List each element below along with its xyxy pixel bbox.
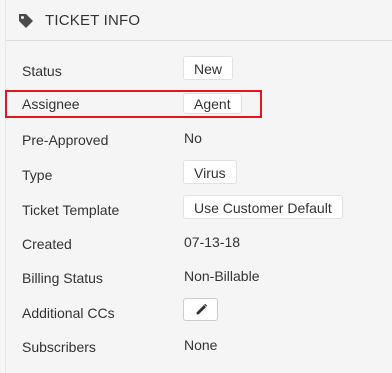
field-row-subscribers: Subscribers None [6, 331, 392, 361]
created-value: 07-13-18 [184, 234, 241, 250]
field-row-created: Created 07-13-18 [6, 228, 392, 258]
field-row-status: Status New [6, 55, 392, 85]
additional-ccs-label: Additional CCs [22, 305, 115, 321]
field-row-ticket-template: Ticket Template Use Customer Default [6, 194, 392, 224]
assignee-label: Assignee [22, 96, 80, 112]
ticket-template-label: Ticket Template [22, 202, 120, 218]
field-row-type: Type Virus [6, 159, 392, 189]
field-row-pre-approved: Pre-Approved No [6, 124, 392, 154]
panel-header: TICKET INFO [6, 0, 392, 41]
field-row-billing-status: Billing Status Non-Billable [6, 262, 392, 292]
billing-status-value: Non-Billable [184, 268, 260, 284]
status-label: Status [22, 63, 62, 79]
field-row-additional-ccs: Additional CCs [6, 297, 392, 327]
pre-approved-value: No [184, 130, 202, 146]
pencil-icon [196, 303, 208, 315]
subscribers-value: None [184, 337, 218, 353]
pre-approved-label: Pre-Approved [22, 132, 109, 148]
ticket-info-panel: TICKET INFO Status New Assignee Agent Pr… [5, 0, 392, 373]
ticket-template-value[interactable]: Use Customer Default [183, 195, 343, 219]
subscribers-label: Subscribers [22, 339, 96, 355]
status-value[interactable]: New [183, 56, 234, 80]
assignee-value[interactable]: Agent [183, 93, 242, 114]
created-label: Created [22, 236, 72, 252]
type-value[interactable]: Virus [183, 160, 237, 184]
tag-icon [19, 14, 33, 28]
edit-additional-ccs-button[interactable] [183, 298, 218, 321]
billing-status-label: Billing Status [22, 270, 103, 286]
type-label: Type [22, 167, 53, 183]
field-row-assignee: Assignee Agent [6, 90, 392, 120]
panel-title: TICKET INFO [45, 12, 141, 29]
